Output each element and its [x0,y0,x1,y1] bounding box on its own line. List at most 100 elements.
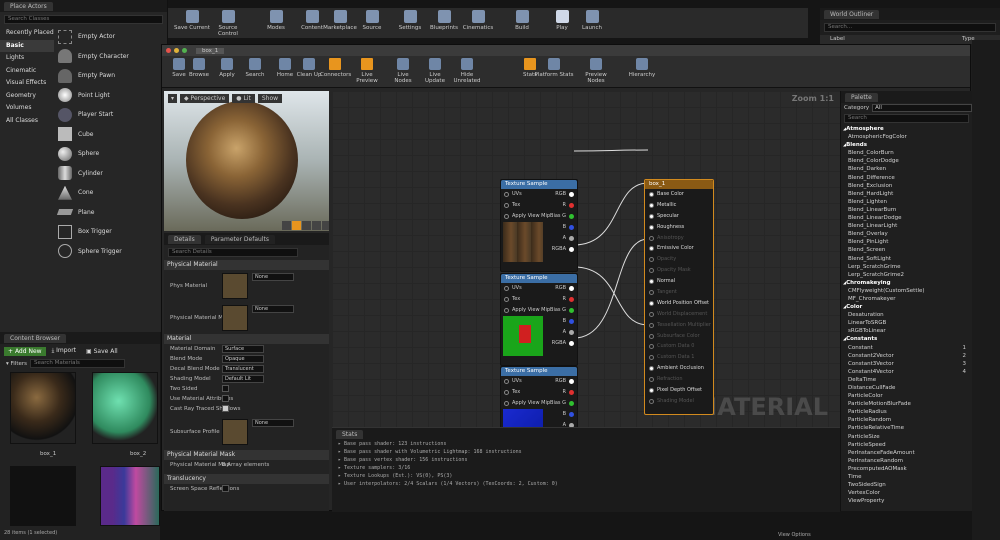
shading-model-dropdown[interactable]: Default Lit [222,375,264,383]
input-pin[interactable] [504,192,509,197]
details-tab[interactable]: Details [168,234,201,244]
palette-item[interactable]: AtmosphericFogColor [841,133,972,141]
connectors-button[interactable]: Connectors [320,58,351,78]
material-result-node[interactable]: box_1 Base Color Metallic Specular Roughnes… [644,179,714,415]
result-pin[interactable]: World Displacement [645,309,713,320]
preview-cube-icon[interactable] [312,221,321,230]
palette-item[interactable]: CMFlyweight(CustomSettle) [841,287,972,295]
result-pin[interactable]: Emissive Color [645,243,713,254]
palette-item[interactable]: sRGBToLinear [841,327,972,335]
palette-category[interactable]: ◢Constants [841,335,972,343]
phys-material-thumbnail[interactable] [222,273,248,299]
view-options-button[interactable]: View Options [778,532,811,538]
input-pin[interactable] [504,379,509,384]
actor-item[interactable]: Sphere Trigger [58,242,167,262]
category-item[interactable]: All Classes [0,115,54,128]
palette-item[interactable]: LinearToSRGB [841,319,972,327]
save-button[interactable]: Save Current [172,10,212,31]
palette-item[interactable]: Blend_Screen [841,246,972,254]
output-pin[interactable] [569,236,574,241]
palette-item[interactable]: TwoSidedSign [841,481,972,489]
search-button[interactable]: Search [240,58,270,78]
preview-sphere-icon[interactable] [292,221,301,230]
result-pin[interactable]: Shading Model [645,396,713,407]
palette-category[interactable]: ◢Color [841,303,972,311]
preview-nodes-button[interactable]: Preview Nodes [576,58,616,84]
filters-button[interactable]: ▾ Filters [6,361,27,367]
material-tab[interactable]: box_1 [196,47,225,54]
content-browser-tab[interactable]: Content Browser [4,333,67,343]
texture-sample-node-3[interactable]: Texture Sample UVs RGB Tex R Apply View MipB… [500,366,578,431]
palette-item[interactable]: VertexColor [841,489,972,497]
search-materials-input[interactable]: Search Materials [30,359,126,368]
stats-tab[interactable]: Stats [336,429,364,439]
output-pin[interactable] [569,401,574,406]
input-pin[interactable] [649,213,654,219]
live-nodes-button[interactable]: Live Nodes [388,58,418,84]
palette-tab[interactable]: Palette [845,92,878,102]
preview-mesh-icon[interactable] [322,221,329,230]
result-pin[interactable]: Opacity Mask [645,265,713,276]
input-pin[interactable] [649,388,654,394]
input-pin[interactable] [504,401,509,406]
actor-item[interactable]: Sphere [58,144,167,164]
palette-item[interactable]: ParticleMotionBlurFade [841,400,972,408]
asset-thumbnail[interactable] [10,466,76,526]
result-pin[interactable]: Anisotropy [645,233,713,244]
category-item[interactable]: Basic [0,39,54,52]
input-pin[interactable] [504,203,509,208]
result-pin[interactable]: Refraction [645,374,713,385]
texture-sample-node-2[interactable]: Texture Sample UVs RGB Tex R Apply View MipB… [500,273,578,366]
palette-item[interactable]: Constant3Vector 3 [841,360,972,368]
result-pin[interactable]: Base Color [645,189,713,200]
palette-item[interactable]: MF_Chromakeyer [841,295,972,303]
actor-item[interactable]: Empty Character [58,47,167,67]
input-pin[interactable] [649,257,654,263]
input-pin[interactable] [649,279,654,285]
output-pin[interactable] [569,319,574,324]
output-pin[interactable] [569,297,574,302]
world-outliner-search[interactable]: Search... [824,23,996,32]
palette-item[interactable]: Blend_ColorBurn [841,149,972,157]
blend-mode-dropdown[interactable]: Opaque [222,355,264,363]
palette-item[interactable]: Constant4Vector 4 [841,368,972,376]
palette-item[interactable]: Desaturation [841,311,972,319]
source-control-button[interactable]: Source Control [208,10,248,37]
input-pin[interactable] [649,268,654,274]
source-button[interactable]: Source [352,10,392,31]
result-pin[interactable]: Tessellation Multiplier [645,320,713,331]
minimize-window-button[interactable] [174,48,179,53]
hierarchy-button[interactable]: Hierarchy [622,58,662,78]
subsurface-thumbnail[interactable] [222,419,248,445]
output-pin[interactable] [569,225,574,230]
input-pin[interactable] [649,366,654,372]
save-all-button[interactable]: ▣ Save All [82,347,122,356]
input-pin[interactable] [504,390,509,395]
output-pin[interactable] [569,192,574,197]
asset-thumbnail-box1[interactable] [10,372,76,444]
preview-cylinder-icon[interactable] [282,221,291,230]
palette-item[interactable]: ParticleColor [841,392,972,400]
output-pin[interactable] [569,412,574,417]
column-label[interactable]: Label [830,35,845,44]
actor-item[interactable]: Empty Pawn [58,66,167,86]
palette-item[interactable]: Blend_LinearLight [841,222,972,230]
hide-unrelated-button[interactable]: Hide Unrelated [452,58,482,84]
palette-item[interactable]: PrecomputedAOMask [841,465,972,473]
input-pin[interactable] [504,286,509,291]
physical-material-section[interactable]: Physical Material [164,260,329,270]
palette-item[interactable]: Blend_PinLight [841,238,972,246]
result-pin[interactable]: Normal [645,276,713,287]
input-pin[interactable] [649,344,654,350]
input-pin[interactable] [504,297,509,302]
palette-item[interactable]: Blend_Darken [841,165,972,173]
input-pin[interactable] [649,311,654,317]
asset-thumbnail[interactable] [100,466,160,526]
palette-item[interactable]: Blend_ColorDodge [841,157,972,165]
asset-thumbnail-box2[interactable] [92,372,158,444]
result-pin[interactable]: Pixel Depth Offset [645,385,713,396]
preview-viewport[interactable]: ▾ ◆ Perspective ● Lit Show [164,91,329,231]
input-pin[interactable] [649,377,654,383]
palette-item[interactable]: DeltaTime [841,376,972,384]
palette-item[interactable]: PerInstanceRandom [841,457,972,465]
